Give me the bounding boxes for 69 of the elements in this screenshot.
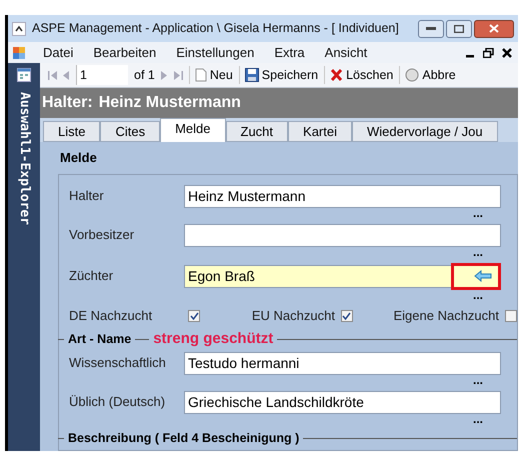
- record-field[interactable]: 1: [76, 65, 128, 85]
- menu-item[interactable]: Ansicht: [324, 42, 368, 62]
- group-title: Beschreibung ( Feld 4 Bescheinigung ): [67, 430, 300, 448]
- close-button[interactable]: [474, 20, 514, 38]
- field-value: Heinz Mustermann: [188, 186, 306, 206]
- record-count: of 1: [134, 66, 155, 84]
- checkmark-icon: [190, 312, 198, 320]
- more-button[interactable]: ...: [472, 374, 501, 388]
- maximize-button[interactable]: [446, 20, 472, 38]
- more-button[interactable]: ...: [472, 290, 501, 302]
- more-button[interactable]: ...: [472, 246, 501, 260]
- input-field[interactable]: Egon Braß: [184, 264, 451, 288]
- app-icon: [12, 46, 26, 60]
- field-label: Halter: [69, 187, 105, 206]
- tab[interactable]: Melde: [160, 118, 226, 142]
- menu-item[interactable]: Extra: [274, 42, 305, 62]
- input-field[interactable]: Griechische Landschildkröte: [184, 390, 501, 414]
- menu-item[interactable]: Einstellungen: [176, 42, 254, 62]
- minimize-button[interactable]: [418, 20, 444, 38]
- document-icon: [194, 68, 207, 82]
- checkbox-label: DE Nachzucht: [69, 306, 154, 325]
- toolbar-button[interactable]: Abbre: [399, 66, 456, 84]
- section-title: Melde: [59, 149, 98, 167]
- sidebar-title[interactable]: Auswahl1-Explorer: [14, 92, 34, 226]
- checkmark-icon: [342, 312, 352, 320]
- field-value: Testudo hermanni: [188, 354, 300, 372]
- restore-icon[interactable]: [483, 48, 494, 58]
- tab[interactable]: Liste: [43, 121, 100, 142]
- menu-item[interactable]: Datei: [43, 42, 74, 62]
- tab[interactable]: Zucht: [226, 121, 288, 142]
- checkbox[interactable]: [340, 310, 353, 322]
- toolbar-button[interactable]: Neu: [188, 66, 233, 84]
- toolbar-button[interactable]: Speichern: [238, 66, 318, 84]
- checkbox-label: EU Nachzucht: [252, 306, 335, 325]
- menu-item[interactable]: Bearbeiten: [93, 42, 156, 62]
- field-value: Griechische Landschildkröte: [188, 392, 364, 412]
- caret-icon[interactable]: [12, 22, 26, 36]
- close-icon[interactable]: [502, 48, 512, 58]
- input-field[interactable]: Heinz Mustermann: [184, 184, 501, 208]
- minimize-icon: [426, 26, 436, 30]
- checkbox-label: Eigene Nachzucht: [393, 306, 499, 325]
- more-button[interactable]: ...: [472, 414, 501, 426]
- tab[interactable]: Wiedervorlage / Jou: [352, 121, 498, 142]
- more-button[interactable]: ...: [472, 208, 501, 220]
- protection-status: streng geschützt: [152, 329, 274, 350]
- close-icon: [489, 24, 499, 33]
- header-label: Halter:: [42, 93, 93, 113]
- tab[interactable]: Kartei: [288, 121, 352, 142]
- left-arrow-icon: [474, 270, 492, 282]
- input-field[interactable]: [184, 224, 501, 246]
- checkbox[interactable]: [188, 310, 200, 322]
- field-label: Züchter: [69, 267, 114, 286]
- field-label: Vorbesitzer: [69, 226, 136, 244]
- tab[interactable]: Cites: [100, 121, 160, 142]
- header-name: Heinz Mustermann: [98, 93, 241, 113]
- calendar-icon[interactable]: [17, 68, 31, 82]
- input-field[interactable]: Testudo hermanni: [184, 352, 501, 374]
- window-title: ASPE Management - Application \ Gisela Hermanns - [ Individuen]: [32, 20, 399, 38]
- lookup-button[interactable]: [451, 262, 501, 290]
- field-label: Üblich (Deutsch): [69, 393, 166, 412]
- field-value: Egon Braß: [188, 266, 255, 286]
- maximize-icon: [454, 24, 464, 32]
- checkbox[interactable]: [505, 310, 517, 322]
- record-number: 1: [80, 66, 87, 84]
- field-label: Wissenschaftlich: [69, 354, 167, 372]
- circle-icon: [405, 68, 420, 82]
- cross-icon: [330, 68, 344, 82]
- group-title: Art - Name: [67, 331, 132, 348]
- toolbar-button[interactable]: Löschen: [324, 66, 394, 84]
